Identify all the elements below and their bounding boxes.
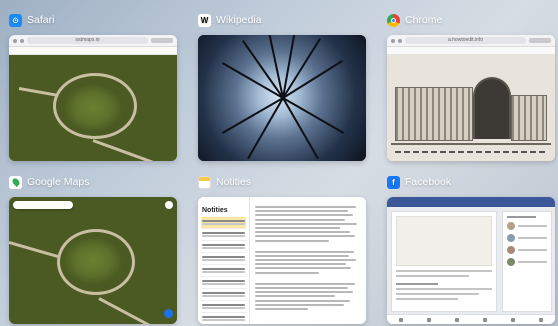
- note-editor: [250, 197, 366, 324]
- facebook-sidebar: [502, 211, 552, 312]
- address-bar: satmaps.io: [27, 37, 148, 44]
- app-card-header: ⊙ Safari: [9, 10, 177, 30]
- notes-list: Notities: [198, 197, 250, 324]
- app-card-title: Wikipedia: [216, 14, 262, 26]
- app-card-title: Notities: [216, 176, 252, 188]
- safari-icon: ⊙: [9, 13, 22, 27]
- ruin-illustration: [387, 55, 555, 161]
- app-card-header: Chrome: [387, 10, 555, 30]
- google-maps-icon: [9, 175, 22, 189]
- maps-search-bar[interactable]: [13, 201, 73, 209]
- app-card-title: Google Maps: [27, 176, 90, 188]
- app-card-title: Chrome: [405, 14, 443, 26]
- app-card-header: W Wikipedia: [198, 10, 366, 30]
- app-card-header: Notities: [198, 172, 366, 192]
- address-bar: a.howtoedit.info: [405, 37, 526, 44]
- chrome-icon: [387, 13, 400, 27]
- app-card-title: Safari: [27, 14, 55, 26]
- browser-toolbar: a.howtoedit.info: [387, 35, 555, 47]
- app-snapshot[interactable]: satmaps.io: [9, 35, 177, 161]
- app-card-notities[interactable]: Notities Notities: [198, 172, 366, 324]
- app-card-safari[interactable]: ⊙ Safari satmaps.io: [9, 10, 177, 161]
- app-card-facebook[interactable]: f Facebook: [387, 172, 555, 324]
- app-card-header: f Facebook: [387, 172, 555, 192]
- app-card-wikipedia[interactable]: W Wikipedia: [198, 10, 366, 161]
- browser-toolbar: satmaps.io: [9, 35, 177, 47]
- facebook-bottom-nav[interactable]: [387, 314, 555, 324]
- facebook-feed: [387, 207, 555, 324]
- maps-location-button[interactable]: [164, 309, 173, 318]
- maps-layers-button[interactable]: [165, 201, 173, 209]
- app-card-header: Google Maps: [9, 172, 177, 192]
- notes-heading: Notities: [202, 207, 228, 214]
- app-snapshot[interactable]: [198, 35, 366, 161]
- app-snapshot[interactable]: Notities: [198, 197, 366, 324]
- notes-icon: [198, 175, 211, 189]
- app-snapshot[interactable]: [9, 197, 177, 324]
- app-card-chrome[interactable]: Chrome a.howtoedit.info: [387, 10, 555, 161]
- app-card-title: Facebook: [405, 176, 452, 188]
- facebook-icon: f: [387, 175, 400, 189]
- facebook-post: [391, 211, 497, 312]
- facebook-top-bar: [387, 197, 555, 207]
- app-snapshot[interactable]: a.howtoedit.info: [387, 35, 555, 161]
- app-snapshot[interactable]: [387, 197, 555, 324]
- wikipedia-icon: W: [198, 13, 211, 27]
- app-card-google-maps[interactable]: Google Maps: [9, 172, 177, 324]
